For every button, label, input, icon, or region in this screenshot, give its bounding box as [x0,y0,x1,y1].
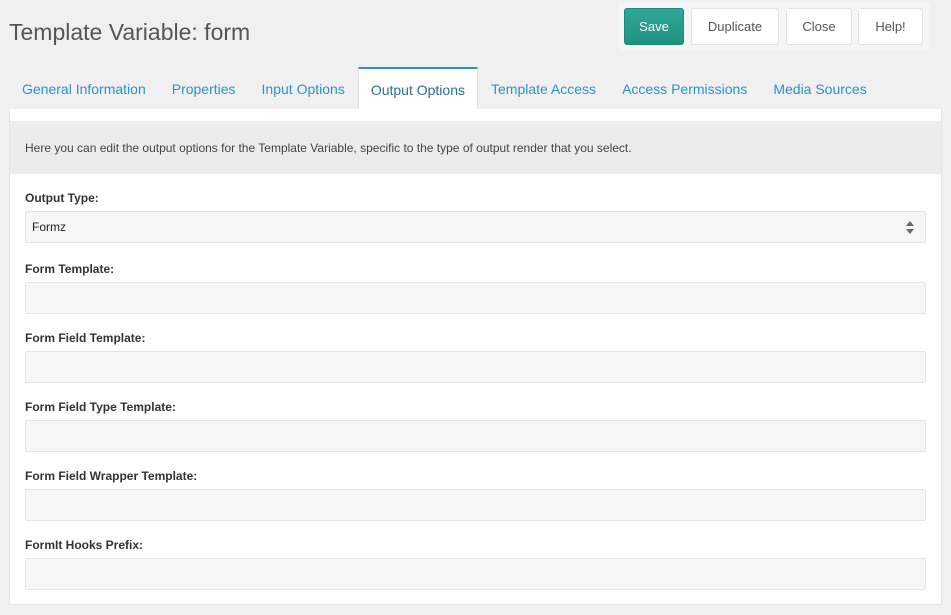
save-button[interactable]: Save [624,8,684,45]
form-template-field: Form Template: [25,262,926,314]
field-label: Form Field Template: [25,331,146,345]
tab-template-access[interactable]: Template Access [478,67,609,110]
page-title: Template Variable: form [9,19,251,45]
tab-input-options[interactable]: Input Options [249,67,358,110]
tab-general-information[interactable]: General Information [9,67,159,110]
field-label: Form Field Type Template: [25,400,176,414]
duplicate-button[interactable]: Duplicate [691,8,779,45]
tab-properties[interactable]: Properties [159,67,249,110]
field-label: Form Template: [25,262,115,276]
form-template-input[interactable] [25,282,926,314]
formit-hooks-prefix-field: FormIt Hooks Prefix: [25,538,926,590]
field-label: FormIt Hooks Prefix: [25,538,144,552]
panel-description: Here you can edit the output options for… [10,121,941,174]
tab-bar: General Information Properties Input Opt… [9,67,942,110]
form-field-wrapper-template-input[interactable] [25,489,926,521]
action-bar: Save Duplicate Close Help! [618,3,930,51]
help-button[interactable]: Help! [858,8,923,45]
form-field-wrapper-template-field: Form Field Wrapper Template: [25,469,926,521]
output-type-field: Output Type: Formz [25,191,926,243]
field-label: Form Field Wrapper Template: [25,469,198,483]
tab-media-sources[interactable]: Media Sources [760,67,879,110]
field-label: Output Type: [25,191,99,205]
tab-access-permissions[interactable]: Access Permissions [609,67,760,110]
form-field-template-input[interactable] [25,351,926,383]
close-button[interactable]: Close [786,8,852,45]
select-value: Formz [32,220,66,234]
form-field-type-template-input[interactable] [25,420,926,452]
tab-output-options[interactable]: Output Options [357,67,478,110]
form-field-template-field: Form Field Template: [25,331,926,383]
formit-hooks-prefix-input[interactable] [25,558,926,590]
output-type-select[interactable]: Formz [25,211,926,243]
select-arrows-icon [906,221,914,234]
form-field-type-template-field: Form Field Type Template: [25,400,926,452]
output-options-panel: Here you can edit the output options for… [9,109,942,605]
